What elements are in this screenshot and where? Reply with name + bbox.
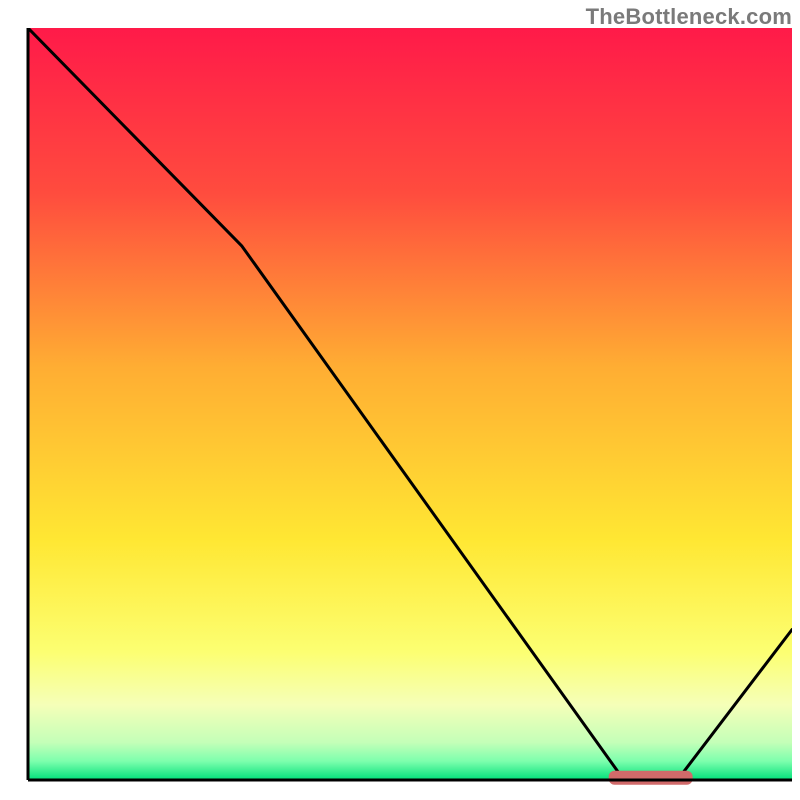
target-marker xyxy=(609,771,693,785)
plot-background xyxy=(28,28,792,780)
bottleneck-chart xyxy=(0,0,800,800)
